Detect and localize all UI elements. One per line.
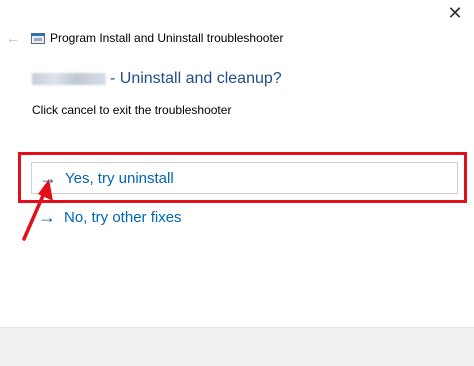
close-icon: ✕	[447, 3, 463, 23]
back-arrow-icon: ←	[6, 30, 20, 46]
troubleshooter-app-icon	[31, 33, 45, 44]
close-button[interactable]: ✕	[436, 0, 474, 26]
window-title: Program Install and Uninstall troublesho…	[50, 31, 284, 45]
yes-try-uninstall-option[interactable]: → Yes, try uninstall	[31, 162, 458, 194]
right-arrow-icon: →	[38, 207, 56, 227]
heading-text: - Uninstall and cleanup?	[110, 70, 282, 87]
redacted-program-name	[32, 72, 106, 85]
no-try-other-fixes-option[interactable]: → No, try other fixes	[31, 201, 331, 233]
page-heading: - Uninstall and cleanup?	[32, 70, 282, 88]
option-label: Yes, try uninstall	[65, 169, 174, 187]
instruction-text: Click cancel to exit the troubleshooter	[32, 103, 232, 117]
option-label: No, try other fixes	[64, 208, 182, 226]
right-arrow-icon: →	[39, 168, 57, 188]
back-button[interactable]: ←	[4, 30, 22, 46]
footer-bar	[0, 327, 474, 366]
troubleshooter-window: ✕ ← Program Install and Uninstall troubl…	[0, 0, 474, 366]
